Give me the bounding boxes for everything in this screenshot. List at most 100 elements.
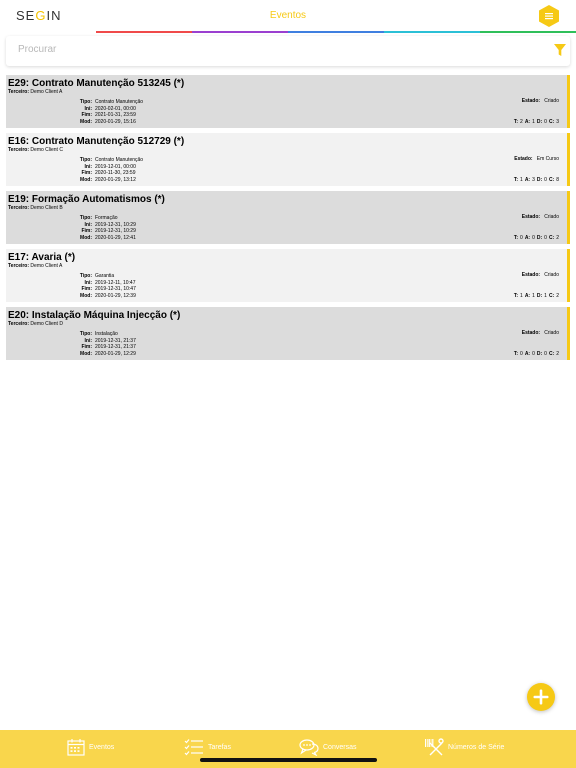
event-third-party: Terceiro: Demo Client A bbox=[8, 263, 62, 269]
event-start-value: 2019-12-11, 10:47 bbox=[95, 279, 136, 286]
tab-numeros-de-serie[interactable]: Números de Série bbox=[424, 736, 504, 758]
event-details: Tipo: Contrato Manutenção Ini: 2019-12-01, … bbox=[66, 157, 143, 183]
event-type-label: Tipo: bbox=[79, 331, 92, 337]
count-a-label: A: bbox=[524, 293, 531, 299]
event-state: Estado: Criado bbox=[522, 98, 559, 104]
event-type: Tipo: Formação bbox=[66, 215, 136, 222]
search-input[interactable] bbox=[18, 44, 518, 55]
event-card[interactable]: E20: Instalação Máquina Injecção (*) Terc… bbox=[6, 307, 570, 360]
event-card[interactable]: E29: Contrato Manutenção 513245 (*) Terce… bbox=[6, 75, 570, 128]
event-type-label: Tipo: bbox=[79, 215, 92, 221]
tab-tarefas-label: Tarefas bbox=[208, 743, 231, 751]
event-details: Tipo: Garantia Ini: 2019-12-11, 10:47 Fim: 20… bbox=[66, 273, 136, 299]
event-start: Ini: 2019-12-11, 10:47 bbox=[66, 280, 136, 287]
count-d-value: 1 bbox=[544, 293, 547, 299]
event-end: Fim: 2019-12-31, 21:37 bbox=[66, 344, 136, 351]
event-card[interactable]: E19: Formação Automatismos (*) Terceiro: … bbox=[6, 191, 570, 244]
count-a-value: 1 bbox=[532, 119, 535, 125]
event-type-value: Formação bbox=[95, 215, 118, 221]
third-party-value: Demo Client C bbox=[30, 147, 63, 153]
third-party-label: Terceiro: bbox=[8, 147, 30, 153]
count-c-value: 2 bbox=[556, 351, 559, 357]
menu-button[interactable] bbox=[539, 5, 559, 27]
tab-eventos-label: Eventos bbox=[89, 743, 115, 751]
state-value: Criado bbox=[544, 272, 559, 278]
tab-conversas-label: Conversas bbox=[323, 743, 357, 751]
event-card[interactable]: E16: Contrato Manutenção 512729 (*) Terce… bbox=[6, 133, 570, 186]
count-d-label: D: bbox=[536, 177, 543, 183]
event-details: Tipo: Formação Ini: 2019-12-31, 10:29 Fim: 20… bbox=[66, 215, 136, 241]
event-type-label: Tipo: bbox=[79, 99, 92, 105]
state-label: Estado: bbox=[514, 156, 533, 162]
event-start-value: 2019-12-31, 10:29 bbox=[95, 221, 136, 228]
event-type: Tipo: Contrato Manutenção bbox=[66, 99, 143, 106]
event-state: Estado: Criado bbox=[522, 214, 559, 220]
filter-icon[interactable] bbox=[554, 44, 566, 57]
event-end-value: 2020-11-30, 23:59 bbox=[95, 170, 136, 177]
count-c-value: 8 bbox=[556, 177, 559, 183]
event-counts: T: 0 A: 0 D: 0 C: 2 bbox=[512, 235, 559, 241]
count-t-value: 1 bbox=[520, 293, 523, 299]
plus-icon bbox=[533, 689, 549, 705]
event-type: Tipo: Contrato Manutenção bbox=[66, 157, 143, 164]
count-t-label: T: bbox=[513, 177, 519, 183]
count-c-label: C: bbox=[548, 177, 555, 183]
event-modified: Mod: 2020-01-29, 12:41 bbox=[66, 235, 136, 242]
event-end: Fim: 2019-12-31, 10:47 bbox=[66, 286, 135, 293]
event-counts: T: 2 A: 1 D: 0 C: 3 bbox=[512, 119, 559, 125]
barcode-tools-icon bbox=[425, 738, 444, 756]
event-start-value: 2020-02-01, 00:00 bbox=[95, 105, 136, 112]
event-type-value: Contrato Manutenção bbox=[95, 99, 144, 105]
event-list: E29: Contrato Manutenção 513245 (*) Terce… bbox=[6, 75, 570, 365]
tab-tarefas[interactable]: Tarefas bbox=[184, 736, 231, 758]
event-type-label: Tipo: bbox=[79, 273, 92, 279]
event-card[interactable]: E17: Avaria (*) Terceiro: Demo Client A Ti… bbox=[6, 249, 570, 302]
page-title: Eventos bbox=[269, 10, 307, 21]
event-counts: T: 1 A: 3 D: 0 C: 8 bbox=[512, 177, 559, 183]
event-start: Ini: 2020-02-01, 00:00 bbox=[66, 106, 143, 113]
event-title: E29: Contrato Manutenção 513245 (*) bbox=[8, 78, 185, 89]
add-event-button[interactable] bbox=[527, 683, 555, 711]
event-end: Fim: 2020-11-30, 23:59 bbox=[66, 170, 143, 177]
third-party-label: Terceiro: bbox=[8, 321, 30, 327]
event-state: Estado: Criado bbox=[522, 330, 559, 336]
third-party-value: Demo Client A bbox=[30, 263, 63, 269]
event-start-label: Ini: bbox=[84, 279, 93, 286]
count-c-label: C: bbox=[548, 293, 555, 299]
event-end-value: 2019-12-31, 21:37 bbox=[95, 344, 136, 351]
event-type-value: Instalação bbox=[95, 331, 118, 337]
tab-eventos[interactable]: Eventos bbox=[67, 736, 114, 758]
state-label: Estado: bbox=[521, 272, 541, 278]
event-modified-value: 2020-01-29, 13:12 bbox=[95, 176, 136, 183]
count-a-value: 0 bbox=[532, 351, 535, 357]
tab-numeros-de-serie-label: Números de Série bbox=[448, 743, 505, 751]
event-start: Ini: 2019-12-01, 00:00 bbox=[66, 164, 143, 171]
count-c-value: 3 bbox=[556, 119, 559, 125]
event-details: Tipo: Instalação Ini: 2019-12-31, 21:37 Fim:… bbox=[66, 331, 136, 357]
event-end-label: Fim: bbox=[81, 228, 92, 235]
event-start-label: Ini: bbox=[84, 221, 93, 228]
event-modified: Mod: 2020-01-29, 12:29 bbox=[66, 351, 136, 358]
event-third-party: Terceiro: Demo Client C bbox=[8, 147, 63, 153]
tab-conversas[interactable]: Conversas bbox=[299, 736, 356, 758]
third-party-value: Demo Client B bbox=[30, 205, 63, 211]
count-t-label: T: bbox=[513, 119, 519, 125]
event-start: Ini: 2019-12-31, 21:37 bbox=[66, 338, 136, 345]
count-a-label: A: bbox=[524, 235, 531, 241]
count-c-value: 2 bbox=[556, 293, 559, 299]
third-party-label: Terceiro: bbox=[8, 89, 30, 95]
count-d-label: D: bbox=[536, 119, 543, 125]
count-a-value: 3 bbox=[532, 177, 535, 183]
state-value: Criado bbox=[544, 330, 559, 336]
count-d-value: 0 bbox=[544, 235, 547, 241]
event-title: E19: Formação Automatismos (*) bbox=[8, 194, 165, 205]
event-title: E17: Avaria (*) bbox=[8, 252, 76, 263]
event-start-value: 2019-12-31, 21:37 bbox=[95, 337, 136, 344]
header-color-strip bbox=[96, 31, 576, 33]
event-counts: T: 1 A: 1 D: 1 C: 2 bbox=[512, 293, 559, 299]
count-t-label: T: bbox=[513, 351, 519, 357]
event-third-party: Terceiro: Demo Client A bbox=[8, 89, 62, 95]
count-t-value: 1 bbox=[520, 177, 523, 183]
count-t-value: 0 bbox=[520, 235, 523, 241]
event-end-label: Fim: bbox=[81, 112, 92, 119]
